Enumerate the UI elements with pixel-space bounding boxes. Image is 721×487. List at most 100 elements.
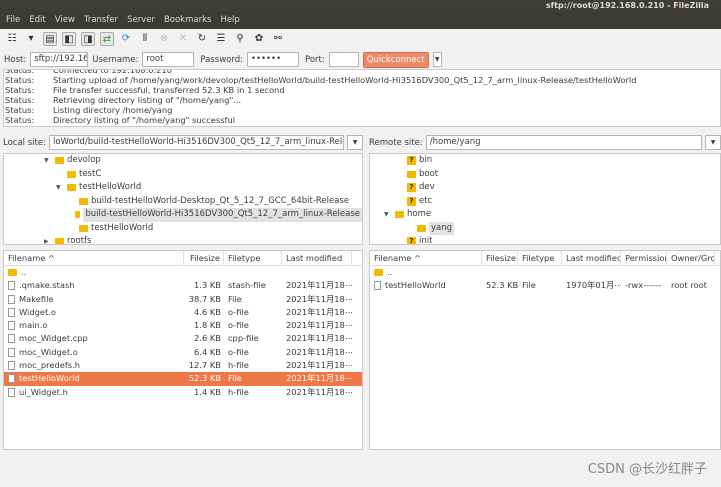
tree-item[interactable]: ? init (370, 235, 720, 244)
file-row[interactable]: Widget.o 4.6 KB o-file 2021年11月18⋯ (4, 306, 362, 319)
log-message: Starting upload of /home/yang/work/devol… (53, 75, 637, 85)
column-header[interactable]: Filename ^ (4, 251, 184, 265)
tree-item[interactable]: build-testHelloWorld-Hi3516DV300_Qt5_12_… (4, 208, 362, 222)
tree-item[interactable]: ? bin (370, 154, 720, 168)
cancel-icon[interactable]: ⊗ (157, 32, 171, 46)
quickconnect-dropdown[interactable]: ▼ (432, 52, 442, 67)
file-row[interactable]: moc_predefs.h 12.7 KB h-file 2021年11月18⋯ (4, 359, 362, 372)
site-manager-icon[interactable]: ☷ (5, 32, 19, 46)
host-input[interactable]: sftp://192.168.0.2 (30, 52, 89, 67)
file-perm: -rwx------ (621, 279, 667, 292)
type: o-file (228, 346, 249, 357)
column-header[interactable]: Filesize (482, 251, 518, 265)
type: File (228, 373, 242, 384)
tree-item[interactable]: ▶ rootfs (4, 235, 362, 244)
size: 2.6 KB (194, 333, 221, 344)
expander-icon[interactable]: ▶ (44, 235, 52, 244)
tree-item[interactable]: boot (370, 168, 720, 182)
file-type: h-file (224, 359, 282, 372)
menu-bar: File Edit View Transfer Server Bookmarks Help (0, 12, 721, 29)
toggle-local-tree-icon[interactable]: ◧ (62, 32, 76, 46)
remote-file-list[interactable]: Filename ^ Filesize Filetype Last modified P… (369, 250, 721, 450)
column-header[interactable]: Filename ^ (370, 251, 482, 265)
menu-bookmarks[interactable]: Bookmarks (164, 12, 212, 29)
mod: 2021年11月18⋯ (286, 373, 352, 384)
file-row[interactable]: Makefile 38.7 KB File 2021年11月18⋯ (4, 293, 362, 306)
name: testHelloWorld (385, 280, 446, 291)
remote-site-dropdown[interactable]: ▼ (705, 135, 721, 150)
column-header[interactable]: Filetype (518, 251, 562, 265)
file-row[interactable]: ui_Widget.h 1.4 KB h-file 2021年11月18⋯ (4, 386, 362, 399)
tree-item[interactable]: build-testHelloWorld-Desktop_Qt_5_12_7_G… (4, 195, 362, 209)
column-header[interactable]: Last modified (562, 251, 621, 265)
title-bar: sftp://root@192.168.0.210 - FileZilla (0, 0, 721, 12)
expander-icon[interactable]: ▼ (56, 181, 64, 195)
log-row: Status: File transfer successful, transfe… (4, 85, 720, 95)
file-name: main.o (4, 319, 184, 332)
refresh-icon[interactable]: ⟳ (119, 32, 133, 46)
column-header[interactable]: Filesize (184, 251, 224, 265)
search-icon[interactable]: ⚯ (271, 32, 285, 46)
menu-help[interactable]: Help (220, 12, 239, 29)
menu-server[interactable]: Server (127, 12, 155, 29)
password-input[interactable]: •••••• (247, 52, 299, 67)
filter-icon[interactable]: ☰ (214, 32, 228, 46)
menu-view[interactable]: View (55, 12, 75, 29)
column-header[interactable]: Owner/Gro (667, 251, 715, 265)
file-name: ui_Widget.h (4, 386, 184, 399)
menu-edit[interactable]: Edit (29, 12, 45, 29)
file-row[interactable]: testHelloWorld 52.3 KB File 1970年01月⋯ -rwx--… (370, 279, 720, 292)
file-mod: 2021年11月18⋯ (282, 306, 352, 319)
tree-item[interactable]: ▼ devolop (4, 154, 362, 168)
mod: 2021年11月18⋯ (286, 386, 352, 397)
file-row[interactable]: moc_Widget.cpp 2.6 KB cpp-file 2021年11月18⋯ (4, 332, 362, 345)
tree-item[interactable]: yang (370, 221, 720, 235)
remote-tree[interactable]: ? bin boot? dev? etc ▼ home yang? init (369, 153, 721, 245)
reconnect-icon[interactable]: ↻ (195, 32, 209, 46)
quickconnect-button[interactable]: Quickconnect (362, 51, 429, 68)
log-kind: Status: (5, 75, 35, 85)
local-site-path[interactable]: loWorld/build-testHelloWorld-Hi3516DV300… (48, 135, 344, 150)
process-queue-icon[interactable]: ⫴ (138, 32, 152, 46)
name: Makefile (19, 293, 54, 304)
list-header: Filename ^ Filesize Filetype Last modified (4, 251, 362, 266)
username-input[interactable]: root (142, 52, 195, 67)
tree-item[interactable]: ▼ home (370, 208, 720, 222)
file-perm (621, 266, 667, 279)
local-file-list[interactable]: Filename ^ Filesize Filetype Last modified.… (3, 250, 363, 450)
port-input[interactable] (328, 52, 359, 67)
disconnect-icon[interactable]: ✕ (176, 32, 190, 46)
toggle-log-icon[interactable]: ▤ (43, 32, 57, 46)
tree-item[interactable]: testHelloWorld (4, 222, 362, 236)
local-site-dropdown[interactable]: ▼ (347, 135, 363, 150)
tree-item[interactable]: ▼ testHelloWorld (4, 181, 362, 195)
menu-file[interactable]: File (6, 12, 20, 29)
file-row[interactable]: main.o 1.8 KB o-file 2021年11月18⋯ (4, 319, 362, 332)
message-log: Status: Connected to 192.168.0.210 Status:… (3, 69, 721, 127)
dropdown-icon[interactable]: ▾ (24, 32, 38, 46)
tree-item[interactable]: ? etc (370, 195, 720, 209)
tree-item[interactable]: testC (4, 168, 362, 182)
menu-transfer[interactable]: Transfer (84, 12, 118, 29)
file-row[interactable]: moc_Widget.o 6.4 KB o-file 2021年11月18⋯ (4, 346, 362, 359)
file-row[interactable]: .. (370, 266, 720, 279)
file-row[interactable]: .qmake.stash 1.3 KB stash-file 2021年11月18⋯ (4, 279, 362, 292)
sync-browse-icon[interactable]: ✿ (252, 32, 266, 46)
tree-item[interactable]: ? dev (370, 181, 720, 195)
file-row[interactable]: .. (4, 266, 362, 279)
file-row[interactable]: testHelloWorld 52.3 KB File 2021年11月18⋯ (4, 372, 362, 386)
column-header[interactable]: Filetype (224, 251, 282, 265)
file-name: Makefile (4, 293, 184, 306)
name: .. (387, 267, 393, 277)
tree-item-label: build-testHelloWorld-Desktop_Qt_5_12_7_G… (91, 195, 350, 206)
expander-icon[interactable]: ▼ (384, 208, 392, 222)
column-header[interactable]: Last modified (282, 251, 352, 265)
toggle-remote-tree-icon[interactable]: ◨ (81, 32, 95, 46)
compare-icon[interactable]: ⚲ (233, 32, 247, 46)
column-header[interactable]: Permission (621, 251, 667, 265)
remote-site-path[interactable]: /home/yang (425, 135, 702, 150)
expander-icon[interactable]: ▼ (44, 154, 52, 168)
size: 38.7 KB (188, 293, 221, 304)
local-tree[interactable]: ▼ devolop testC ▼ testHelloWorld build-testHe… (3, 153, 363, 245)
toggle-queue-icon[interactable]: ⇄ (100, 32, 114, 46)
